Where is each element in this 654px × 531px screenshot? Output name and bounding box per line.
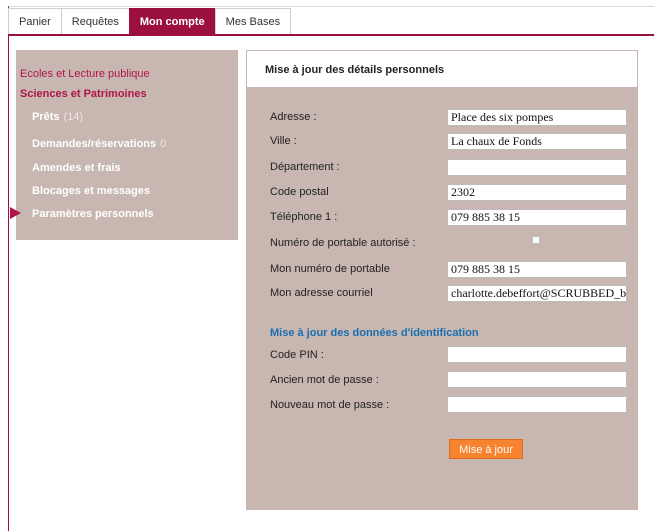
label-telephone: Téléphone 1 :	[270, 211, 338, 223]
code-postal-input[interactable]: 2302	[447, 184, 627, 201]
tab-mes-bases[interactable]: Mes Bases	[214, 8, 292, 35]
numero-portable-input[interactable]: 079 885 38 15	[447, 261, 627, 278]
sidebar-item-demandes[interactable]: Demandes/réservations 0	[32, 138, 166, 150]
label-portable-autorise: Numéro de portable autorisé :	[270, 237, 416, 249]
sidebar-link-ecoles[interactable]: Ecoles et Lecture publique	[20, 68, 150, 80]
sidebar-item-label: Prêts	[32, 111, 60, 123]
sidebar-item-label: Amendes et frais	[32, 162, 121, 174]
courriel-input[interactable]: charlotte.debeffort@SCRUBBED_b	[447, 285, 627, 302]
sidebar-item-amendes[interactable]: Amendes et frais	[32, 162, 121, 174]
form-header: Mise à jour des détails personnels	[246, 50, 638, 88]
tab-requetes[interactable]: Requêtes	[60, 8, 130, 35]
label-adresse: Adresse :	[270, 111, 317, 123]
label-ancien-mot-de-passe: Ancien mot de passe :	[270, 374, 379, 386]
ville-input[interactable]: La chaux de Fonds	[447, 133, 627, 150]
sidebar-item-prets[interactable]: Prêts (14)	[32, 111, 83, 123]
label-ville: Ville :	[270, 135, 297, 147]
nouveau-mot-de-passe-input[interactable]	[447, 396, 627, 413]
code-pin-input[interactable]	[447, 346, 627, 363]
tab-mon-compte[interactable]: Mon compte	[128, 8, 216, 35]
top-tabs: Panier Requêtes Mon compte Mes Bases	[8, 8, 292, 35]
telephone-input[interactable]: 079 885 38 15	[447, 209, 627, 226]
adresse-input[interactable]: Place des six pompes	[447, 109, 627, 126]
portable-autorise-checkbox[interactable]	[532, 236, 540, 244]
tab-panier[interactable]: Panier	[8, 8, 62, 35]
sidebar-section-sciences[interactable]: Sciences et Patrimoines	[20, 88, 147, 100]
label-numero-portable: Mon numéro de portable	[270, 263, 390, 275]
sidebar-item-count: 0	[160, 138, 167, 150]
label-departement: Département :	[270, 161, 340, 173]
sidebar-item-count: (14)	[63, 111, 84, 123]
sidebar: Ecoles et Lecture publique Sciences et P…	[10, 50, 238, 240]
sidebar-item-blocages[interactable]: Blocages et messages	[32, 185, 150, 197]
label-courriel: Mon adresse courriel	[270, 287, 373, 299]
id-section-title: Mise à jour des données d'identification	[270, 327, 479, 339]
label-code-postal: Code postal	[270, 186, 329, 198]
label-code-pin: Code PIN :	[270, 349, 324, 361]
sidebar-item-label: Paramètres personnels	[32, 208, 154, 220]
label-nouveau-mot-de-passe: Nouveau mot de passe :	[270, 399, 390, 411]
sidebar-item-label: Demandes/réservations	[32, 138, 157, 150]
arrow-right-icon	[10, 207, 21, 219]
form-title: Mise à jour des détails personnels	[265, 64, 445, 76]
ancien-mot-de-passe-input[interactable]	[447, 371, 627, 388]
sidebar-item-label: Blocages et messages	[32, 185, 151, 197]
sidebar-item-parametres[interactable]: Paramètres personnels	[32, 208, 154, 220]
tab-underline	[8, 34, 654, 36]
departement-input[interactable]	[447, 159, 627, 176]
submit-button[interactable]: Mise à jour	[449, 439, 523, 459]
